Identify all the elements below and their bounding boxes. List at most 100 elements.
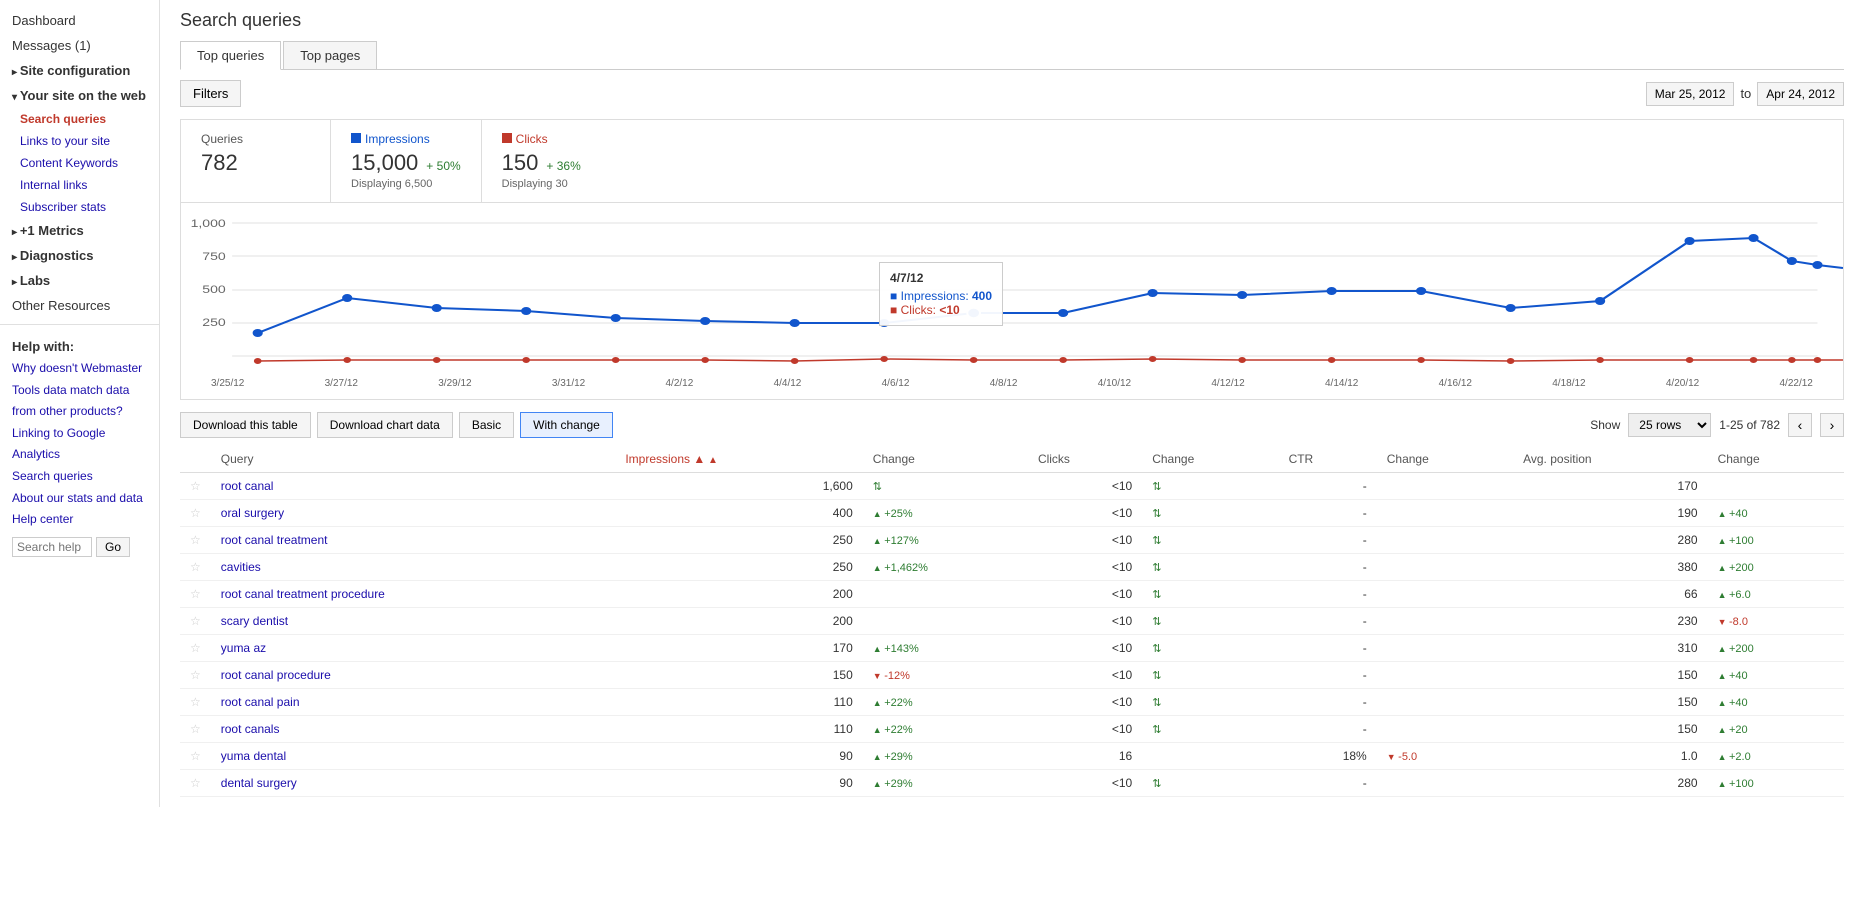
clicks-change-cell: ⇅ bbox=[1142, 689, 1278, 716]
avg-pos-cell: 150 bbox=[1513, 662, 1707, 689]
query-cell: root canals bbox=[211, 716, 616, 743]
th-clicks[interactable]: Clicks bbox=[1028, 446, 1142, 473]
clicks-sub: Displaying 30 bbox=[502, 178, 612, 190]
sidebar-item-messages[interactable]: Messages (1) bbox=[0, 33, 159, 58]
impressions-cell: 200 bbox=[615, 581, 862, 608]
impressions-cell: 250 bbox=[615, 554, 862, 581]
pos-change-cell: -8.0 bbox=[1708, 608, 1844, 635]
clicks-label: Clicks bbox=[502, 132, 612, 146]
star-cell[interactable]: ☆ bbox=[180, 635, 211, 662]
clicks-change-cell: ⇅ bbox=[1142, 635, 1278, 662]
search-help-input[interactable] bbox=[12, 537, 92, 557]
sidebar-item-labs[interactable]: Labs bbox=[0, 268, 159, 293]
clicks-change-cell: ⇅ bbox=[1142, 716, 1278, 743]
th-imp-change: Change bbox=[863, 446, 1028, 473]
star-cell[interactable]: ☆ bbox=[180, 527, 211, 554]
th-impressions[interactable]: Impressions ▲ bbox=[615, 446, 862, 473]
query-link[interactable]: scary dentist bbox=[221, 614, 288, 628]
clicks-change: + 36% bbox=[546, 159, 580, 173]
query-link[interactable]: root canal treatment bbox=[221, 533, 328, 547]
star-cell[interactable]: ☆ bbox=[180, 608, 211, 635]
th-pos-change: Change bbox=[1708, 446, 1844, 473]
clicks-cell: <10 bbox=[1028, 635, 1142, 662]
th-ctr[interactable]: CTR bbox=[1279, 446, 1377, 473]
rows-select[interactable]: 10 rows 25 rows 50 rows 100 rows bbox=[1628, 413, 1711, 437]
sidebar-item-site-config[interactable]: Site configuration bbox=[0, 58, 159, 83]
query-link[interactable]: root canals bbox=[221, 722, 280, 736]
help-link-help-center[interactable]: Help center bbox=[12, 509, 147, 531]
clicks-change-cell: ⇅ bbox=[1142, 527, 1278, 554]
star-cell[interactable]: ☆ bbox=[180, 743, 211, 770]
x-label-4: 4/2/12 bbox=[666, 378, 694, 389]
tab-top-pages[interactable]: Top pages bbox=[283, 41, 377, 69]
star-cell[interactable]: ☆ bbox=[180, 689, 211, 716]
query-link[interactable]: root canal treatment procedure bbox=[221, 587, 385, 601]
sidebar-item-links[interactable]: Links to your site bbox=[0, 130, 159, 152]
x-label-5: 4/4/12 bbox=[774, 378, 802, 389]
ctr-change-cell bbox=[1377, 554, 1513, 581]
date-from[interactable]: Mar 25, 2012 bbox=[1646, 82, 1735, 106]
star-cell[interactable]: ☆ bbox=[180, 770, 211, 797]
page-info: 1-25 of 782 bbox=[1719, 418, 1780, 432]
tab-top-queries[interactable]: Top queries bbox=[180, 41, 281, 70]
star-cell[interactable]: ☆ bbox=[180, 473, 211, 500]
ctr-change-cell bbox=[1377, 716, 1513, 743]
help-link-about-stats[interactable]: About our stats and data bbox=[12, 488, 147, 510]
th-avg-pos[interactable]: Avg. position bbox=[1513, 446, 1707, 473]
query-link[interactable]: cavities bbox=[221, 560, 261, 574]
help-link-analytics[interactable]: Linking to Google Analytics bbox=[12, 423, 147, 466]
query-link[interactable]: dental surgery bbox=[221, 776, 297, 790]
next-page-btn[interactable]: › bbox=[1820, 413, 1844, 437]
go-button[interactable]: Go bbox=[96, 537, 130, 557]
date-to[interactable]: Apr 24, 2012 bbox=[1757, 82, 1844, 106]
basic-btn[interactable]: Basic bbox=[459, 412, 514, 438]
sidebar-item-diagnostics[interactable]: Diagnostics bbox=[0, 243, 159, 268]
download-chart-btn[interactable]: Download chart data bbox=[317, 412, 453, 438]
query-link[interactable]: root canal bbox=[221, 479, 274, 493]
table-body: ☆ root canal 1,600 ⇅ <10 ⇅ - 170 ☆ oral … bbox=[180, 473, 1844, 797]
filters-button[interactable]: Filters bbox=[180, 80, 241, 107]
imp-change-cell: +29% bbox=[863, 743, 1028, 770]
sidebar-item-other-resources[interactable]: Other Resources bbox=[0, 293, 159, 318]
avg-pos-cell: 1.0 bbox=[1513, 743, 1707, 770]
prev-page-btn[interactable]: ‹ bbox=[1788, 413, 1812, 437]
help-title: Help with: bbox=[12, 339, 147, 354]
impressions-cell: 90 bbox=[615, 743, 862, 770]
avg-pos-cell: 190 bbox=[1513, 500, 1707, 527]
x-label-0: 3/25/12 bbox=[211, 378, 244, 389]
sidebar-item-dashboard[interactable]: Dashboard bbox=[0, 8, 159, 33]
sidebar-item-internal-links[interactable]: Internal links bbox=[0, 174, 159, 196]
sidebar-item-subscriber-stats[interactable]: Subscriber stats bbox=[0, 196, 159, 218]
star-cell[interactable]: ☆ bbox=[180, 581, 211, 608]
star-cell[interactable]: ☆ bbox=[180, 662, 211, 689]
sidebar-item-your-site[interactable]: Your site on the web bbox=[0, 83, 159, 108]
query-cell: cavities bbox=[211, 554, 616, 581]
query-link[interactable]: yuma dental bbox=[221, 749, 286, 763]
x-label-1: 3/27/12 bbox=[325, 378, 358, 389]
table-right: Show 10 rows 25 rows 50 rows 100 rows 1-… bbox=[1590, 413, 1844, 437]
sidebar-item-keywords[interactable]: Content Keywords bbox=[0, 152, 159, 174]
page-title: Search queries bbox=[180, 10, 1844, 31]
ctr-cell: - bbox=[1279, 662, 1377, 689]
with-change-btn[interactable]: With change bbox=[520, 412, 613, 438]
help-link-0[interactable]: Why doesn't Webmaster Tools data match d… bbox=[12, 358, 147, 423]
clicks-cell: <10 bbox=[1028, 500, 1142, 527]
star-cell[interactable]: ☆ bbox=[180, 554, 211, 581]
imp-change-cell bbox=[863, 581, 1028, 608]
query-link[interactable]: root canal pain bbox=[221, 695, 300, 709]
clicks-value: 150 bbox=[502, 150, 539, 176]
query-link[interactable]: oral surgery bbox=[221, 506, 284, 520]
sidebar-item-search-queries[interactable]: Search queries bbox=[0, 108, 159, 130]
query-link[interactable]: root canal procedure bbox=[221, 668, 331, 682]
star-cell[interactable]: ☆ bbox=[180, 716, 211, 743]
download-table-btn[interactable]: Download this table bbox=[180, 412, 311, 438]
pos-change-cell: +40 bbox=[1708, 500, 1844, 527]
ctr-change-cell bbox=[1377, 770, 1513, 797]
th-query[interactable]: Query bbox=[211, 446, 616, 473]
star-cell[interactable]: ☆ bbox=[180, 500, 211, 527]
sidebar-item-metrics[interactable]: +1 Metrics bbox=[0, 218, 159, 243]
help-link-search-queries[interactable]: Search queries bbox=[12, 466, 147, 488]
table-row: ☆ root canal treatment 250 +127% <10 ⇅ -… bbox=[180, 527, 1844, 554]
impressions-cell: 250 bbox=[615, 527, 862, 554]
query-link[interactable]: yuma az bbox=[221, 641, 266, 655]
